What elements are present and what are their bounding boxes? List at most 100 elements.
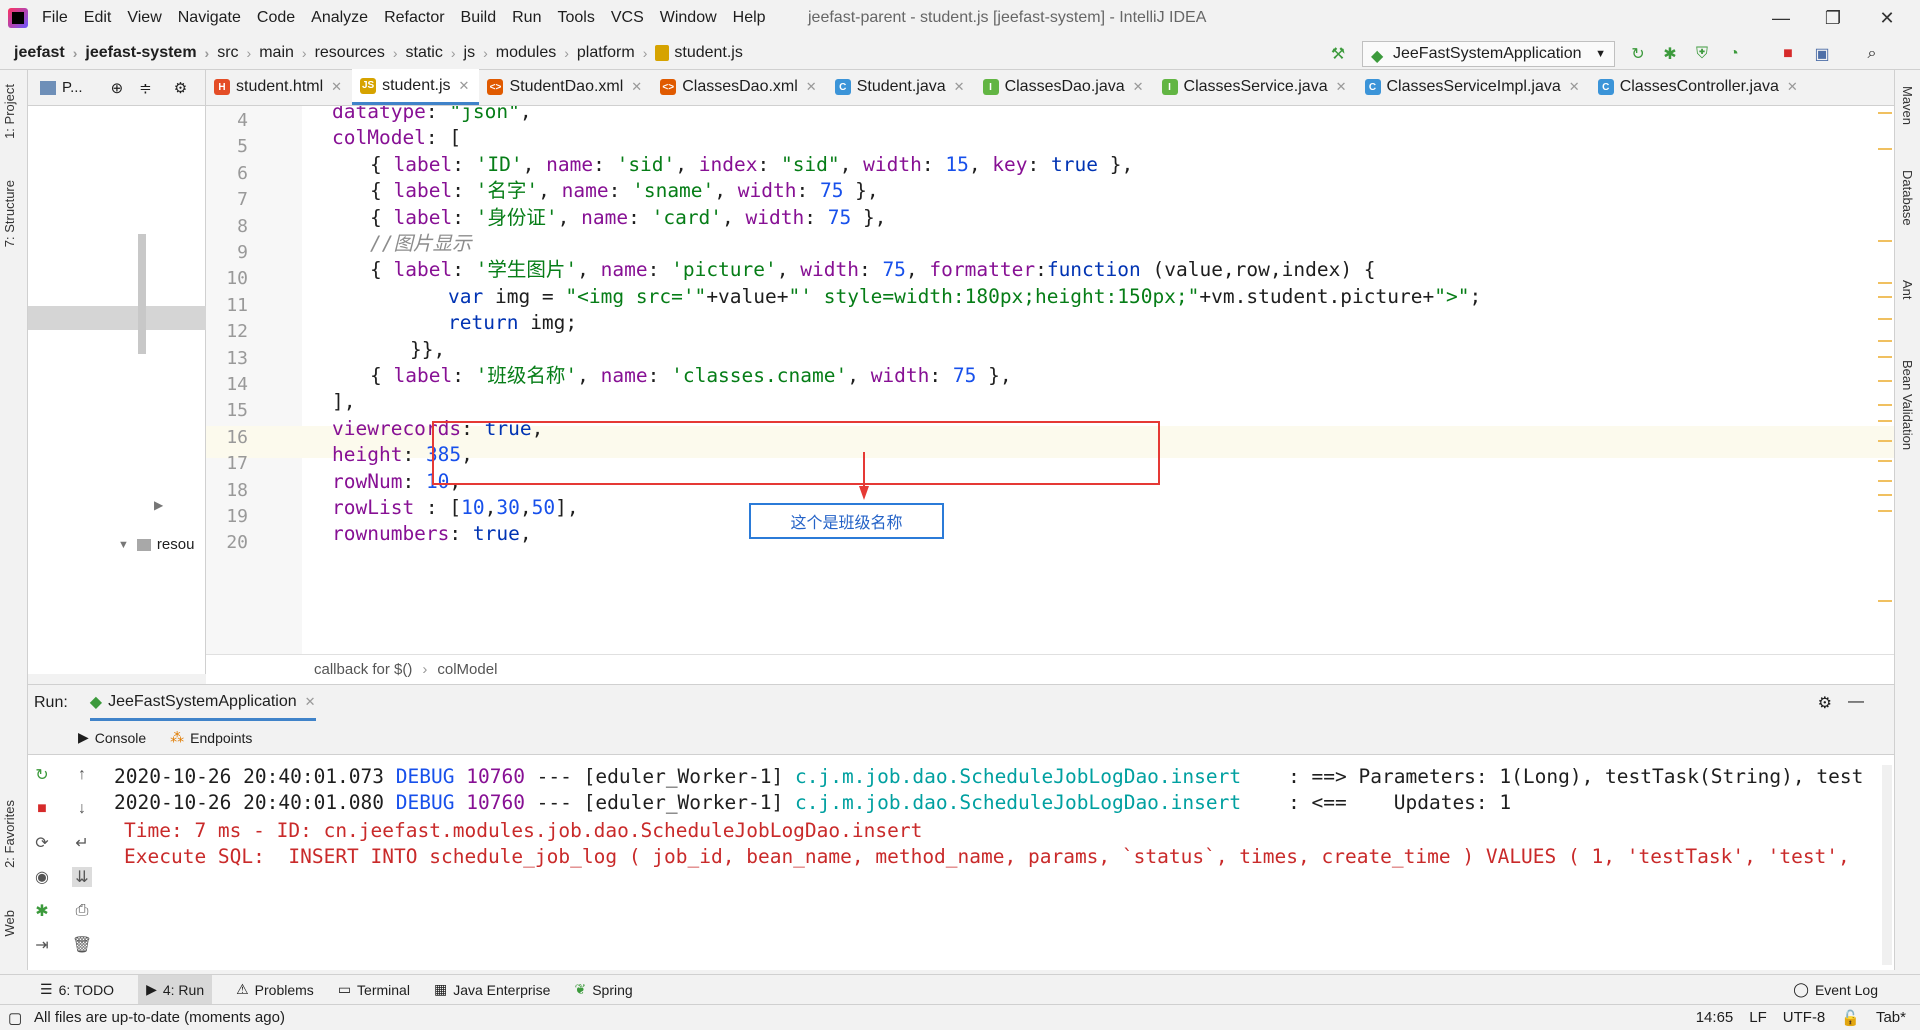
exit-icon[interactable]: ⇥ [32, 935, 52, 955]
error-stripe-marker[interactable] [1878, 494, 1892, 496]
error-stripe-marker[interactable] [1878, 600, 1892, 602]
hide-icon[interactable]: — [1848, 693, 1864, 711]
indent-setting[interactable]: Tab* [1876, 1009, 1906, 1027]
menu-file[interactable]: File [34, 0, 76, 36]
error-stripe-marker[interactable] [1878, 296, 1892, 298]
expand-arrow-icon[interactable]: ▶ [154, 498, 163, 512]
error-stripe-marker[interactable] [1878, 480, 1892, 482]
console-output[interactable]: 2020-10-26 20:40:01.073 DEBUG 10760 --- … [100, 759, 1890, 967]
error-stripe-marker[interactable] [1878, 148, 1892, 150]
soft-wrap-icon[interactable]: ↵ [72, 833, 92, 853]
close-icon[interactable]: ✕ [459, 78, 470, 94]
project-panel-title[interactable]: P... [62, 79, 83, 96]
menu-navigate[interactable]: Navigate [170, 0, 249, 36]
file-encoding[interactable]: UTF-8 [1783, 1009, 1826, 1027]
menu-code[interactable]: Code [249, 0, 303, 36]
stop-icon[interactable]: ■ [1778, 44, 1798, 64]
tool-tab-database[interactable]: Database [1900, 170, 1915, 226]
close-icon[interactable]: ✕ [1569, 79, 1580, 95]
gear-icon[interactable]: ⚙ [174, 79, 187, 97]
caret-position[interactable]: 14:65 [1696, 1009, 1734, 1027]
error-stripe-marker[interactable] [1878, 282, 1892, 284]
tool-tab-favorites[interactable]: 2: Favorites [2, 800, 17, 868]
console-tab[interactable]: ▶ Console [78, 729, 146, 746]
menu-build[interactable]: Build [453, 0, 505, 36]
editor-crumb[interactable]: colModel [437, 661, 497, 678]
lock-icon[interactable]: 🔓 [1841, 1009, 1860, 1027]
tool-tab-spring[interactable]: ❦ Spring [574, 981, 632, 998]
status-icon[interactable]: ▢ [8, 1009, 22, 1027]
error-stripe-marker[interactable] [1878, 112, 1892, 114]
editor-crumb[interactable]: callback for $() [314, 661, 412, 678]
rerun-icon[interactable]: ↻ [1628, 44, 1648, 64]
tool-tab-web[interactable]: Web [2, 910, 17, 937]
collapse-icon[interactable]: ≑ [139, 79, 152, 97]
tool-tab-bean-validation[interactable]: Bean Validation [1900, 360, 1915, 450]
arrow-up-icon[interactable]: ↑ [72, 765, 92, 785]
nav-crumb[interactable]: modules › [496, 44, 577, 62]
line-separator[interactable]: LF [1749, 1009, 1767, 1027]
profile-icon[interactable]: ◔ [1724, 44, 1744, 64]
nav-crumb[interactable]: platform › [577, 44, 655, 62]
hammer-build-icon[interactable]: ⚒ [1328, 44, 1348, 64]
close-icon[interactable]: ✕ [954, 79, 965, 95]
tool-tab-terminal[interactable]: ▭ Terminal [338, 981, 410, 998]
editor-tab[interactable]: Hstudent.html ✕ [206, 69, 352, 105]
nav-crumb[interactable]: src › [217, 44, 259, 62]
project-structure-icon[interactable]: ▣ [1812, 44, 1832, 64]
close-icon[interactable]: ✕ [1336, 79, 1347, 95]
editor-tab[interactable]: I ClassesService.java ✕ [1154, 69, 1357, 105]
menu-help[interactable]: Help [725, 0, 774, 36]
coverage-icon[interactable]: ⛨ [1692, 44, 1712, 64]
tree-item[interactable]: ▼ resou [118, 536, 194, 553]
error-stripe-marker[interactable] [1878, 318, 1892, 320]
nav-crumb[interactable]: main › [259, 44, 314, 62]
close-icon[interactable]: ✕ [1133, 79, 1144, 95]
close-icon[interactable]: ✕ [305, 694, 316, 710]
editor-tab[interactable]: I ClassesDao.java ✕ [975, 69, 1154, 105]
error-stripe-marker[interactable] [1878, 420, 1892, 422]
error-stripe-marker[interactable] [1878, 356, 1892, 358]
tool-tab-project[interactable]: 1: Project [2, 84, 17, 139]
stop-icon[interactable]: ■ [32, 799, 52, 819]
restore-layout-icon[interactable]: ⟳ [32, 833, 52, 853]
editor-tab[interactable]: C ClassesController.java ✕ [1590, 69, 1808, 105]
nav-crumb[interactable]: static › [406, 44, 464, 62]
error-stripe-marker[interactable] [1878, 460, 1892, 462]
debug-icon[interactable]: ✱ [1660, 44, 1680, 64]
menu-run[interactable]: Run [504, 0, 549, 36]
nav-crumb[interactable]: jeefast › [14, 44, 85, 62]
console-scrollbar[interactable] [1882, 765, 1892, 965]
menu-analyze[interactable]: Analyze [303, 0, 376, 36]
run-tab[interactable]: ◆ JeeFastSystemApplication ✕ [89, 685, 316, 721]
error-stripe-marker[interactable] [1878, 380, 1892, 382]
locate-icon[interactable]: ⊕ [111, 79, 124, 97]
event-log-button[interactable]: ◯ Event Log [1793, 981, 1878, 998]
tool-tab-todo[interactable]: ☰ 6: TODO [40, 981, 114, 998]
gear-icon[interactable]: ⚙ [1818, 693, 1832, 713]
tool-tab-run[interactable]: ▶ 4: Run [138, 975, 213, 1004]
search-everywhere-icon[interactable]: ⌕ [1862, 44, 1882, 64]
scrollbar-thumb[interactable] [138, 234, 146, 354]
close-icon[interactable]: ✕ [806, 79, 817, 95]
tree-selection-row[interactable] [28, 306, 206, 330]
error-stripe-marker[interactable] [1878, 404, 1892, 406]
editor-tab[interactable]: <> StudentDao.xml ✕ [479, 69, 652, 105]
debug-icon[interactable]: ✱ [32, 901, 52, 921]
close-icon[interactable]: ✕ [631, 79, 642, 95]
close-icon[interactable]: ✕ [1787, 79, 1798, 95]
menu-vcs[interactable]: VCS [603, 0, 652, 36]
close-icon[interactable]: ✕ [331, 79, 342, 95]
error-stripe-marker[interactable] [1878, 340, 1892, 342]
error-stripe-marker[interactable] [1878, 510, 1892, 512]
tool-tab-problems[interactable]: ⚠ Problems [236, 981, 314, 998]
minimize-button[interactable]: — [1756, 0, 1806, 36]
tool-tab-java-enterprise[interactable]: ▦ Java Enterprise [434, 981, 551, 998]
tool-tab-maven[interactable]: Maven [1900, 86, 1915, 125]
tool-tab-structure[interactable]: 7: Structure [2, 180, 17, 247]
menu-view[interactable]: View [119, 0, 169, 36]
menu-refactor[interactable]: Refactor [376, 0, 452, 36]
rerun-icon[interactable]: ↻ [32, 765, 52, 785]
editor-tab[interactable]: C ClassesServiceImpl.java ✕ [1357, 69, 1590, 105]
tool-tab-ant[interactable]: Ant [1900, 280, 1915, 300]
